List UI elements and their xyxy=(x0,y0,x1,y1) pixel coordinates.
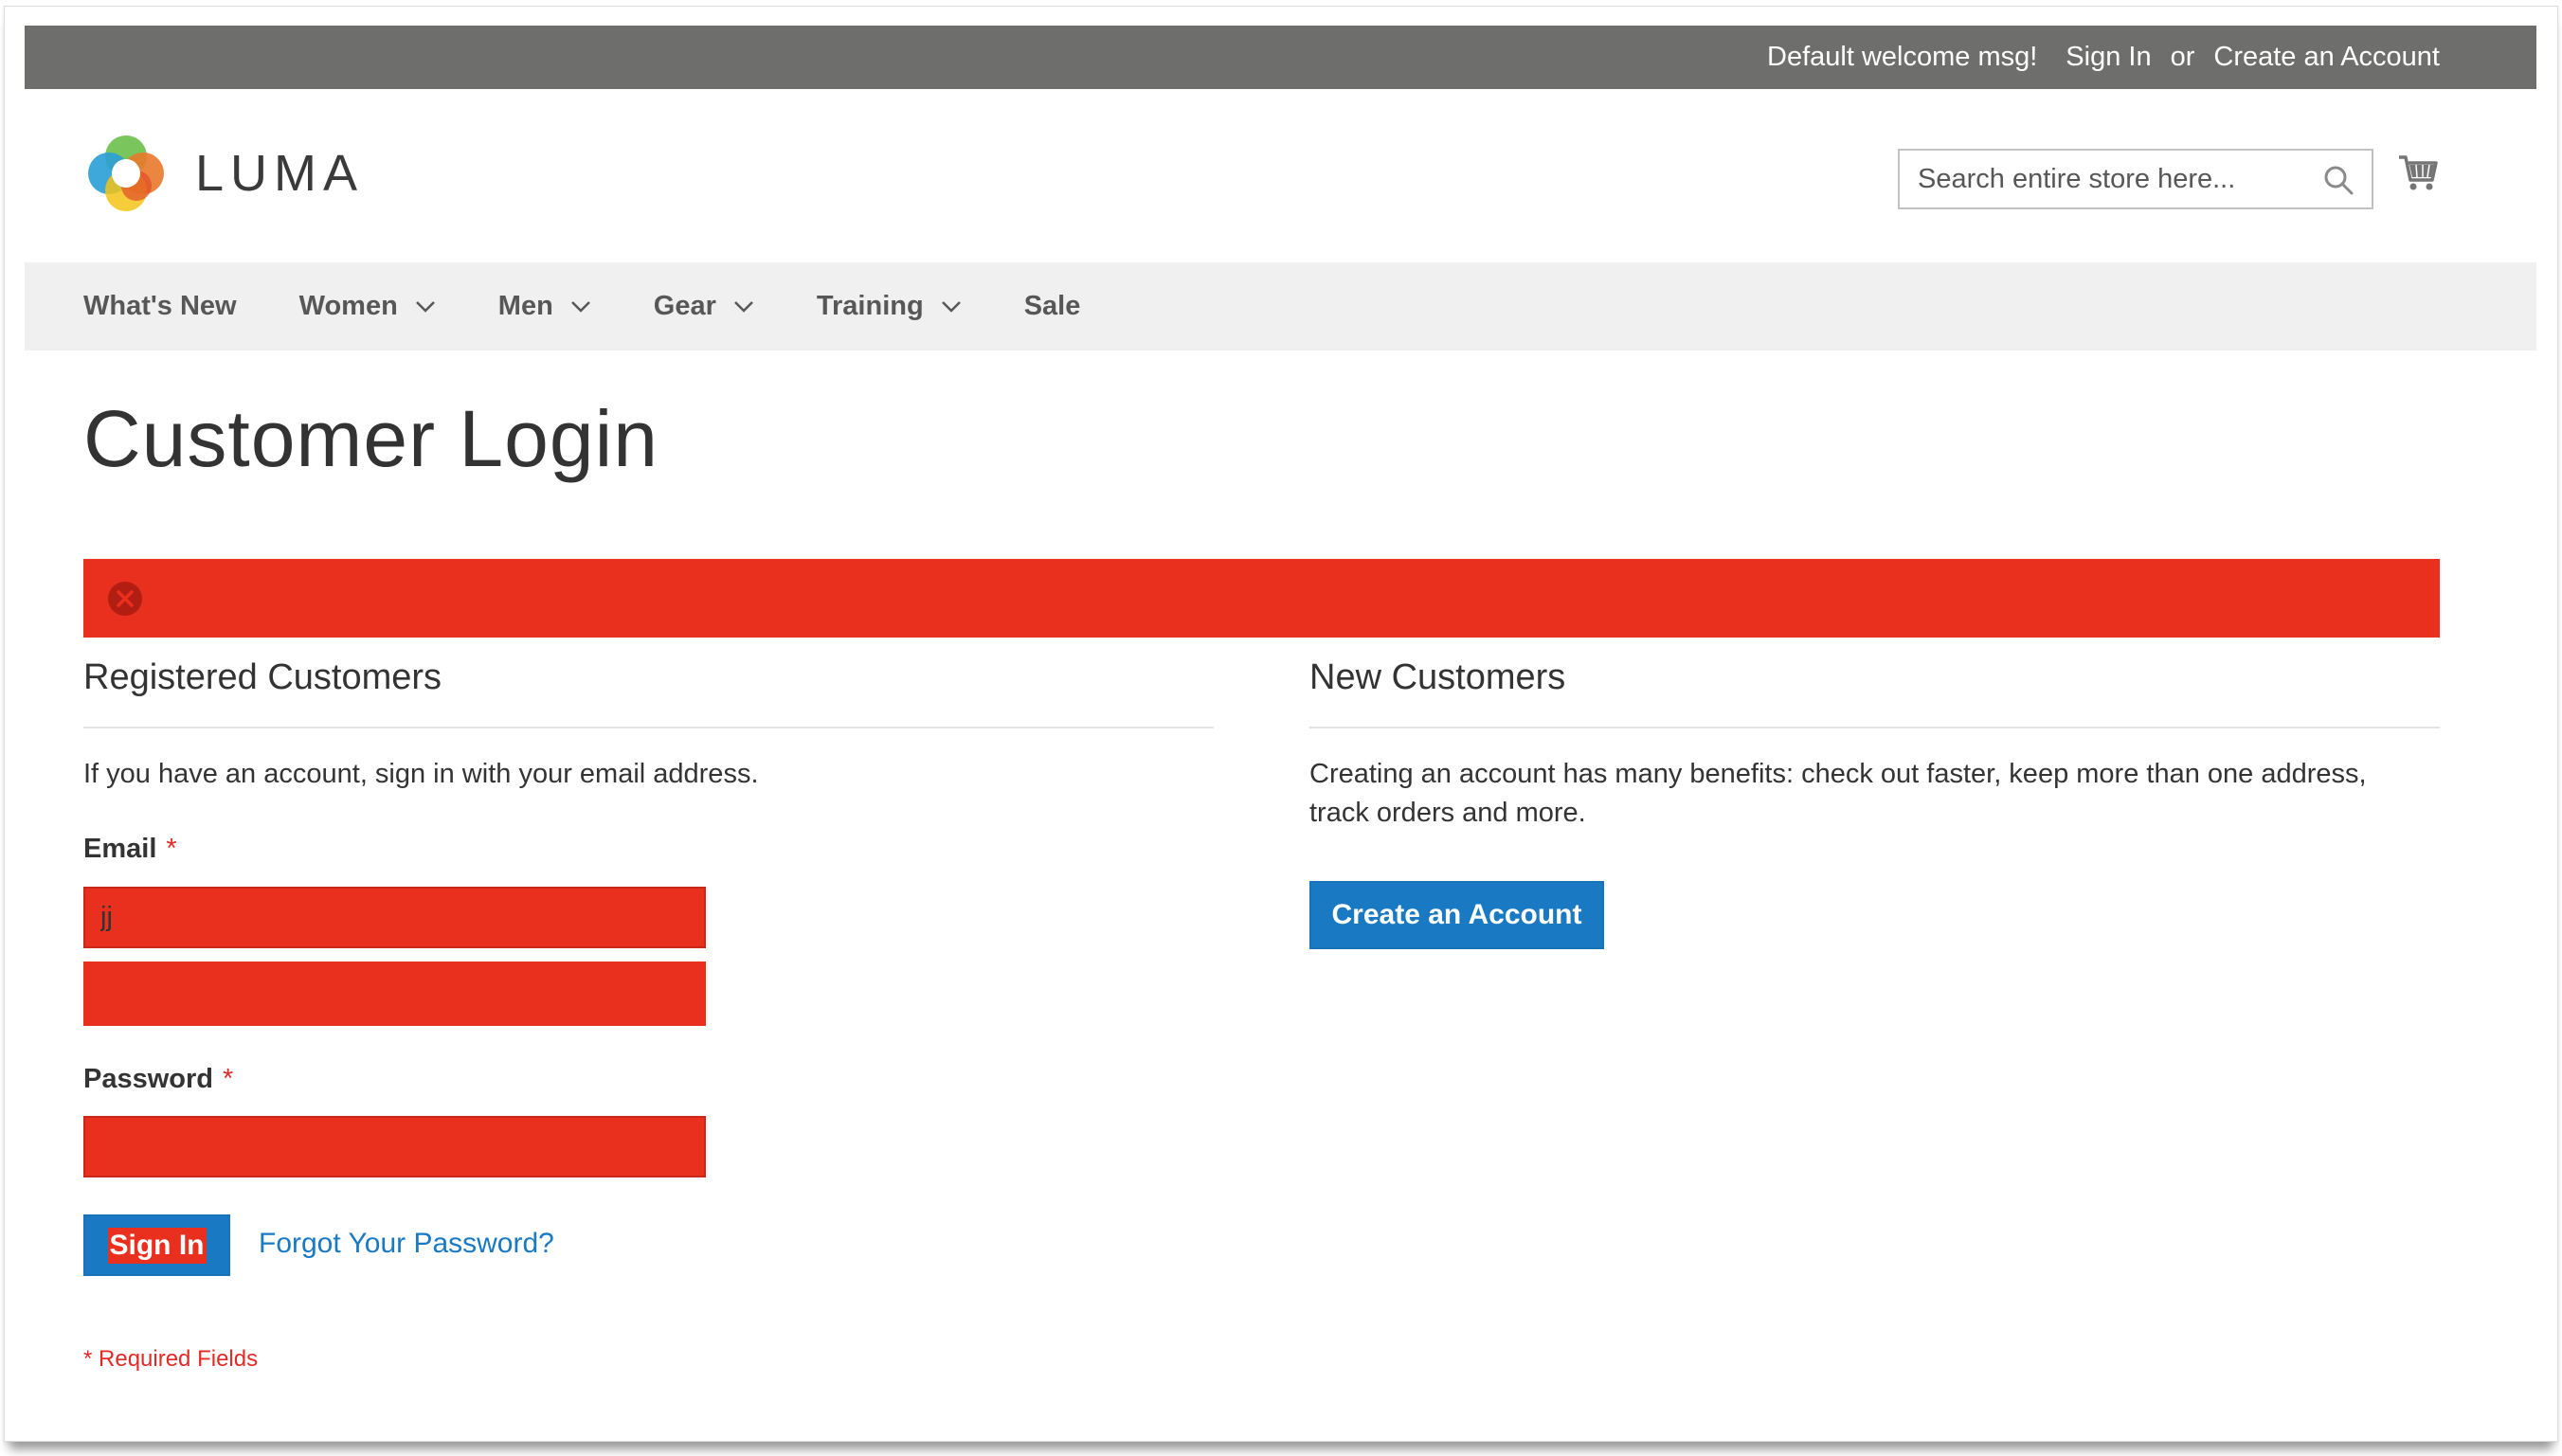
chevron-down-icon xyxy=(941,300,961,313)
browser-frame xyxy=(4,6,2558,1442)
create-account-button[interactable]: Create an Account xyxy=(1309,881,1604,949)
forgot-password-link[interactable]: Forgot Your Password? xyxy=(259,1228,554,1260)
new-customers-intro: Creating an account has many benefits: c… xyxy=(1309,759,2367,828)
panel-header: Default welcome msg! Sign In or Create a… xyxy=(25,26,2536,89)
email-label-text: Email xyxy=(83,834,157,864)
nav-item-label: Training xyxy=(816,291,924,321)
registered-divider xyxy=(83,727,1214,728)
chevron-down-icon xyxy=(415,300,435,313)
sign-in-button-label: Sign In xyxy=(107,1227,207,1264)
search-input[interactable] xyxy=(1900,163,2298,195)
header-create-account-link[interactable]: Create an Account xyxy=(2213,42,2440,73)
registered-customers-title: Registered Customers xyxy=(83,657,442,697)
error-x-icon xyxy=(108,581,142,616)
password-field[interactable] xyxy=(83,1116,706,1177)
email-label: Email * xyxy=(83,834,177,865)
error-message xyxy=(83,559,2440,638)
registered-intro: If you have an account, sign in with you… xyxy=(83,759,759,789)
nav-item-label: What's New xyxy=(83,291,237,321)
nav-item-men[interactable]: Men xyxy=(498,291,591,322)
nav-item-women[interactable]: Women xyxy=(299,291,436,322)
search-box xyxy=(1898,149,2373,209)
nav-item-label: Gear xyxy=(653,291,716,321)
new-customers-title: New Customers xyxy=(1309,657,1566,697)
nav-item-whats-new[interactable]: What's New xyxy=(83,291,237,322)
cart-icon[interactable] xyxy=(2397,152,2439,193)
nav-item-gear[interactable]: Gear xyxy=(654,291,754,322)
header-sign-in-link[interactable]: Sign In xyxy=(2066,42,2151,73)
required-asterisk: * xyxy=(166,834,177,864)
luma-logo[interactable]: LUMA xyxy=(83,131,364,216)
chevron-down-icon xyxy=(734,300,753,313)
nav-item-training[interactable]: Training xyxy=(817,291,962,322)
search-icon[interactable] xyxy=(2322,164,2355,196)
nav-item-sale[interactable]: Sale xyxy=(1024,291,1081,322)
password-label-text: Password xyxy=(83,1064,213,1094)
chevron-down-icon xyxy=(570,300,590,313)
required-asterisk: * xyxy=(223,1064,234,1094)
password-label: Password * xyxy=(83,1064,233,1095)
header-or-text: or xyxy=(2170,42,2195,72)
welcome-message: Default welcome msg! xyxy=(1767,42,2038,72)
nav-item-label: Women xyxy=(298,291,398,321)
logo-wordmark: LUMA xyxy=(195,145,365,202)
required-fields-note: * Required Fields xyxy=(83,1346,259,1372)
sign-in-button[interactable]: Sign In xyxy=(83,1214,230,1276)
luma-logo-icon xyxy=(88,135,164,211)
nav-item-label: Sale xyxy=(1023,291,1081,321)
email-error-message xyxy=(83,962,706,1026)
new-customers-divider xyxy=(1309,727,2440,728)
page-title: Customer Login xyxy=(83,394,659,483)
nav-item-label: Men xyxy=(497,291,553,321)
email-field[interactable] xyxy=(83,887,706,948)
main-navigation: What's New Women Men Gear Training Sale xyxy=(25,262,2536,351)
